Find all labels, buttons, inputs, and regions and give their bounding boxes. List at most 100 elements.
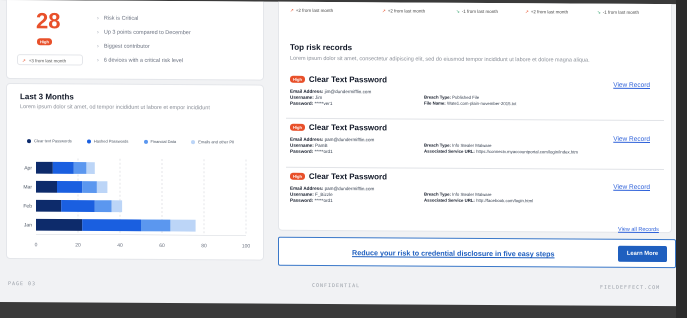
- bar-segment: [36, 180, 57, 193]
- top-trend-text: +2 from last month: [387, 8, 426, 14]
- bar-segment: [36, 161, 53, 174]
- records-title: Top risk records: [290, 42, 353, 53]
- trend-up-icon: ↗: [290, 7, 294, 13]
- trend-down-icon: ↘: [597, 9, 601, 15]
- field-label: Username:: [290, 191, 314, 198]
- legend-item: Emails and other PII: [191, 139, 234, 144]
- bar-segment: [57, 180, 83, 193]
- x-axis-line: [36, 233, 246, 236]
- field-value: pam@dundermifflin.com: [324, 185, 375, 192]
- field-value: F_Bizzle: [315, 192, 333, 198]
- field-value: Wate1.com-plain-november-2015.txt: [446, 100, 517, 107]
- bar-segment: [82, 219, 141, 232]
- record-details-right: Breach Type: Info Stealer Malware Associ…: [424, 143, 578, 156]
- record-field: Password: *****ord1: [290, 198, 374, 205]
- field-value: Info Stealer Malware: [452, 142, 492, 149]
- bullet-item: › Risk is Critical: [97, 16, 191, 31]
- chevron-right-icon: ›: [97, 29, 99, 36]
- view-record-link[interactable]: View Record: [613, 82, 650, 89]
- field-label: Username:: [290, 94, 314, 101]
- field-label: Password:: [290, 149, 314, 155]
- field-value: PamB: [315, 143, 328, 149]
- reduce-risk-link[interactable]: Reduce your risk to credential disclosur…: [352, 248, 555, 258]
- trend-up-icon: ↗: [525, 9, 529, 15]
- risk-bullets: › Risk is Critical › Up 3 points compared …: [97, 16, 191, 73]
- report-page: 28 High ↗ +3 from last month › Risk is Cri…: [0, 0, 676, 307]
- bullet-item: › Up 3 points compared to December: [97, 30, 191, 45]
- bar-segment: [82, 181, 97, 193]
- trend-up-icon: ↗: [22, 57, 26, 63]
- bullet-item: › 6 devices with a critical risk level: [97, 58, 191, 73]
- bar-segment: [36, 218, 83, 231]
- record-title: Clear Text Password: [308, 171, 387, 182]
- stacked-bar-chart: 0 20 40 60 80 100 Apr Mar Feb Jan: [23, 158, 250, 250]
- record-field: Associated Service URL: https://connectv…: [424, 149, 578, 156]
- record-field: Password: *****ord1: [290, 149, 374, 156]
- field-label: Email Address:: [290, 136, 324, 142]
- field-value: *****ord1: [314, 149, 333, 155]
- record-badge: High: [290, 123, 305, 131]
- field-label: File Name:: [424, 100, 446, 106]
- field-label: Password:: [290, 198, 314, 204]
- legend-label: Hashed Passwords: [93, 138, 129, 144]
- bullet-item: › Biggest contributor: [97, 44, 191, 59]
- field-label: Breach Type:: [424, 142, 451, 148]
- field-value: Published File: [452, 94, 480, 100]
- top-trend-text: +2 from last month: [530, 9, 569, 15]
- x-tick-label: 20: [75, 242, 81, 248]
- field-label: Associated Service URL:: [424, 148, 475, 154]
- bullet-text: 6 devices with a critical risk level: [103, 57, 184, 65]
- field-value: Info Stealer Malware: [452, 191, 492, 198]
- bar-segment: [170, 219, 196, 232]
- record-field: File Name: Wate1.com-plain-november-2015…: [424, 101, 516, 108]
- top-trend-item: ↘ -1 from last month: [456, 9, 498, 15]
- footer-page-number: PAGE 03: [8, 281, 37, 288]
- bar-segment: [36, 199, 62, 212]
- bar-segment: [111, 200, 123, 213]
- x-tick-label: 0: [35, 242, 38, 248]
- risk-record: High Clear Text Password Email Address: p…: [290, 172, 666, 224]
- y-tick-label: Mar: [23, 184, 32, 190]
- chevron-right-icon: ›: [97, 57, 99, 64]
- risk-level-badge: High: [37, 38, 52, 46]
- field-value: pam@dundermifflin.com: [324, 136, 375, 143]
- view-record-link[interactable]: View Record: [613, 136, 650, 143]
- chevron-right-icon: ›: [97, 15, 99, 22]
- risk-trend-text: +3 from last month: [28, 57, 67, 63]
- field-label: Password:: [290, 101, 314, 107]
- record-header: High Clear Text Password: [290, 123, 387, 132]
- record-field: Associated Service URL: http://facebook.…: [424, 198, 533, 205]
- field-value: *****ver1: [314, 101, 333, 107]
- record-title: Clear Text Password: [308, 74, 387, 85]
- bullet-text: Risk is Critical: [103, 15, 139, 22]
- risk-score: 28: [36, 8, 61, 34]
- y-tick-label: Feb: [23, 203, 32, 209]
- record-details-left: Email Address: pam@dundermifflin.com Use…: [290, 137, 374, 156]
- top-trend-item: ↗ +2 from last month: [290, 8, 333, 14]
- trend-up-icon: ↗: [382, 8, 386, 14]
- legend-swatch: [27, 138, 31, 143]
- bar-segment: [96, 181, 108, 194]
- top-trend-text: -1 from last month: [602, 9, 640, 15]
- view-record-link[interactable]: View Record: [613, 184, 650, 191]
- top-trend-item: ↗ +2 from last month: [525, 9, 568, 15]
- legend-item: Clear text Passwords: [27, 138, 72, 143]
- learn-more-button[interactable]: Learn More: [618, 245, 667, 263]
- bullet-text: Up 3 points compared to December: [103, 29, 191, 37]
- top-trend-text: +2 from last month: [295, 7, 334, 14]
- field-label: Email Address:: [290, 185, 324, 191]
- view-all-records-link[interactable]: View all Records: [618, 227, 659, 233]
- record-header: High Clear Text Password: [290, 74, 387, 85]
- field-value: *****ord1: [314, 198, 333, 204]
- legend-item: Hashed Passwords: [86, 138, 129, 144]
- record-details-left: Email Address: pam@dundermifflin.com Use…: [290, 186, 374, 205]
- bar-segment: [141, 219, 171, 232]
- bullet-text: Biggest contributor: [103, 43, 150, 50]
- footer-confidential: CONFIDENTIAL: [312, 282, 361, 290]
- bar-segment: [61, 199, 95, 212]
- record-details-right: Breach Type: Published File File Name: W…: [424, 95, 516, 108]
- legend-swatch: [191, 139, 196, 144]
- last-3-months-subtitle: Lorem ipsum dolor sit amet, od tempor in…: [20, 104, 210, 112]
- field-label: Associated Service URL:: [424, 197, 475, 203]
- record-header: High Clear Text Password: [290, 171, 387, 182]
